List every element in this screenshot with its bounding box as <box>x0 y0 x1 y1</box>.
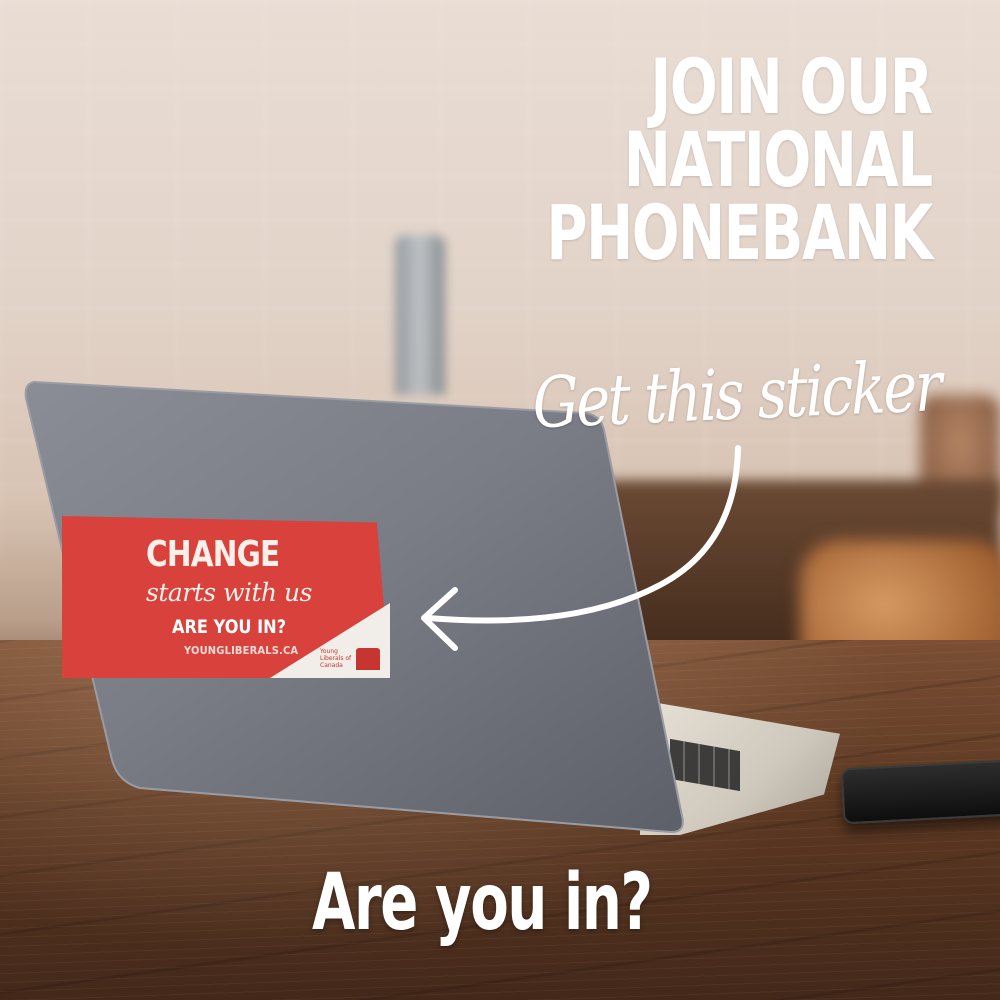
sticker-title: CHANGE <box>146 534 280 575</box>
sticker-url: YOUNGLIBERALS.CA <box>184 644 299 657</box>
headline-line-1: JOIN OUR <box>650 42 934 131</box>
faucet <box>395 235 445 395</box>
sticker-logo-text: Young Liberals of Canada <box>320 648 352 669</box>
sticker-question: ARE YOU IN? <box>172 616 287 638</box>
get-this-sticker-text: Get this sticker <box>531 345 941 445</box>
smartphone <box>840 759 1000 825</box>
ylc-logo-icon <box>356 648 380 670</box>
headline-line-3: PHONEBANK <box>546 188 934 277</box>
headline: JOIN OUR NATIONAL PHONEBANK <box>546 42 934 277</box>
headline-line-2: NATIONAL <box>624 115 933 204</box>
sticker: Young Liberals of Canada CHANGE starts w… <box>62 516 390 678</box>
call-to-action: Are you in? <box>312 858 653 948</box>
sticker-subtitle: starts with us <box>146 578 312 607</box>
photo-scene: Young Liberals of Canada CHANGE starts w… <box>0 0 1000 1000</box>
